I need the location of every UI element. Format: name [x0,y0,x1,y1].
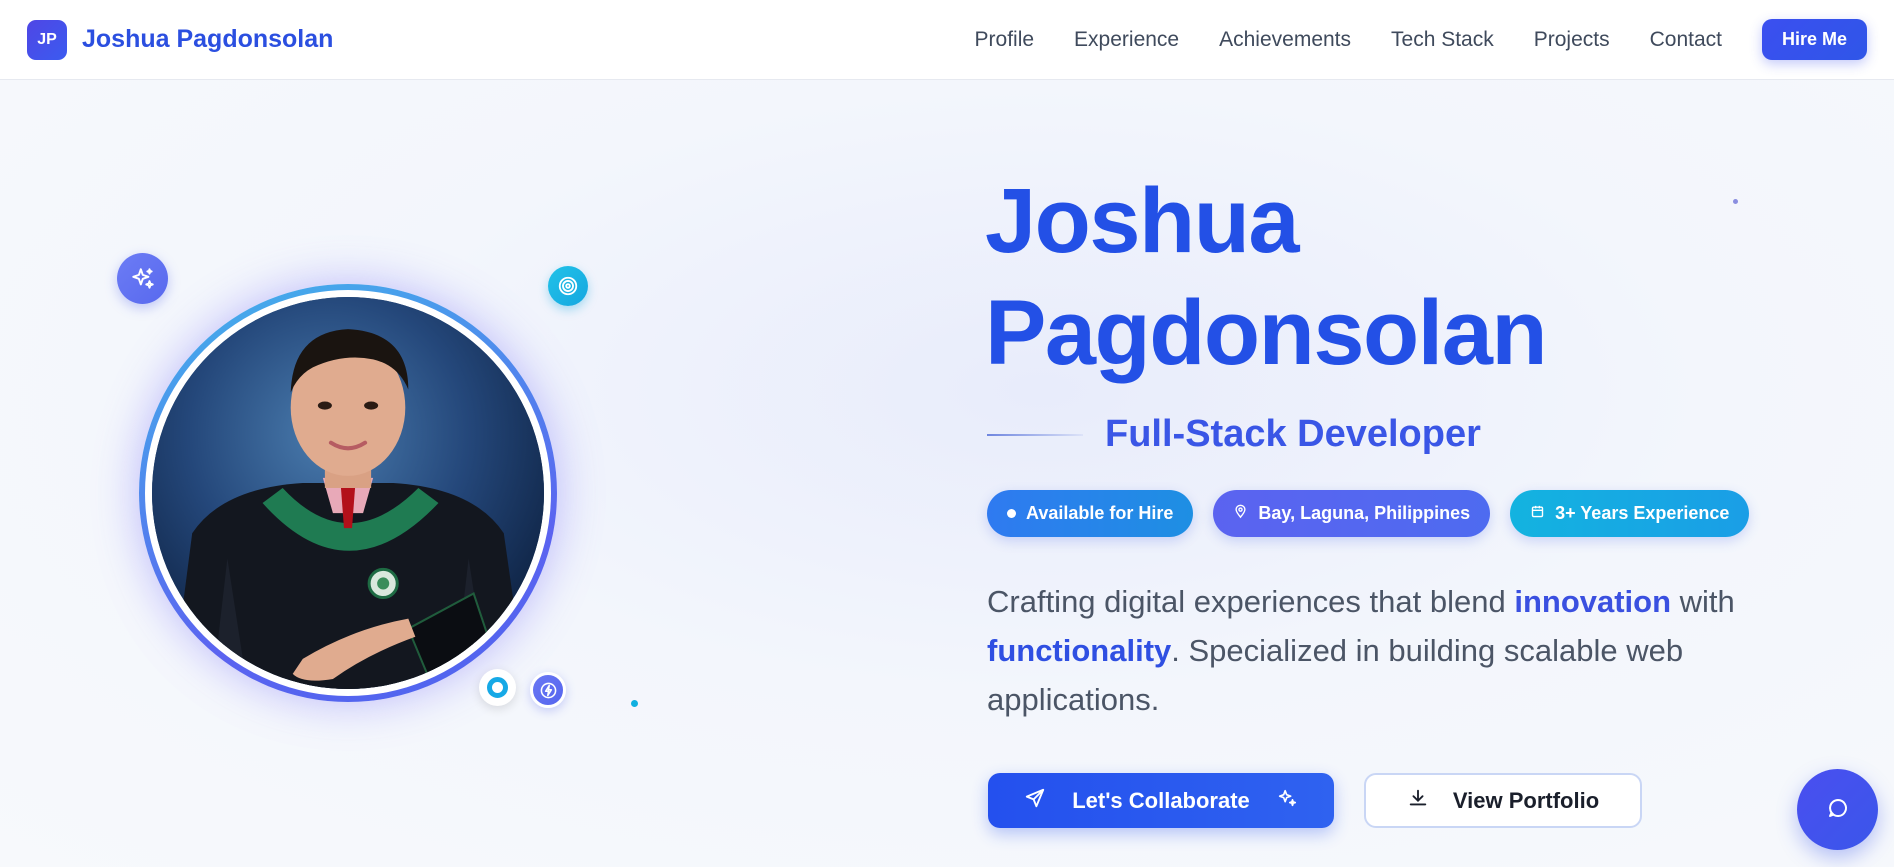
hero-name-last: Pagdonsolan [985,282,1548,384]
tagline: Crafting digital experiences that blend … [987,577,1747,724]
decorative-dot [1733,199,1738,204]
profile-photo [152,297,544,689]
tagline-text: Crafting digital experiences that blend [987,584,1515,619]
badge-label: 3+ Years Experience [1555,503,1730,523]
role-divider [987,433,1083,436]
nav-link-achievements[interactable]: Achievements [1219,28,1351,52]
info-badges: Available for Hire Bay, Laguna, Philippi… [987,490,1750,537]
role-row: Full-Stack Developer [987,413,1481,456]
chat-button[interactable] [1797,769,1878,850]
lets-collaborate-label: Let's Collaborate [1072,787,1250,813]
nav-link-contact[interactable]: Contact [1650,28,1722,52]
hero-name: Joshua Pagdonsolan [985,165,1605,389]
sparkle-icon [1276,787,1298,815]
nav-link-experience[interactable]: Experience [1074,28,1179,52]
nav-right: Profile Experience Achievements Tech Sta… [975,19,1867,60]
badge-location: Bay, Laguna, Philippines [1213,490,1491,537]
target-icon [548,266,588,306]
hero-name-first: Joshua [985,170,1300,272]
brand-name[interactable]: Joshua Pagdonsolan [82,25,333,54]
brand-logo[interactable]: JP [27,19,67,60]
nav-links: Profile Experience Achievements Tech Sta… [975,28,1722,52]
status-dot-icon [1007,509,1016,518]
ring-icon [479,669,516,706]
map-pin-icon [1233,503,1248,524]
badge-label: Bay, Laguna, Philippines [1258,503,1471,523]
navbar: JP Joshua Pagdonsolan Profile Experience… [0,0,1894,80]
calendar-icon [1530,503,1545,524]
graduate-portrait-illustration [152,297,544,689]
chat-bubble-icon [1826,796,1850,823]
nav-link-tech-stack[interactable]: Tech Stack [1391,28,1494,52]
brand[interactable]: JP Joshua Pagdonsolan [27,19,333,60]
nav-link-profile[interactable]: Profile [975,28,1035,52]
sparkle-icon [117,253,168,304]
tagline-highlight-innovation: innovation [1514,584,1672,619]
view-portfolio-button[interactable]: View Portfolio [1364,773,1642,828]
view-portfolio-label: View Portfolio [1452,787,1600,813]
profile-photo-frame [145,290,551,696]
lets-collaborate-button[interactable]: Let's Collaborate [988,773,1334,828]
decorative-dot [631,700,638,707]
tagline-highlight-functionality: functionality [987,633,1172,668]
bolt-icon [530,672,566,708]
badge-experience: 3+ Years Experience [1510,490,1750,537]
badge-label: Available for Hire [1026,503,1174,523]
profile-photo-ring [139,284,557,702]
badge-availability: Available for Hire [987,490,1194,537]
tagline-text: with [1671,584,1735,619]
role-title: Full-Stack Developer [1105,413,1481,455]
download-icon [1407,787,1429,815]
nav-link-projects[interactable]: Projects [1534,28,1610,52]
hire-me-button[interactable]: Hire Me [1761,19,1867,60]
send-icon [1024,787,1046,815]
